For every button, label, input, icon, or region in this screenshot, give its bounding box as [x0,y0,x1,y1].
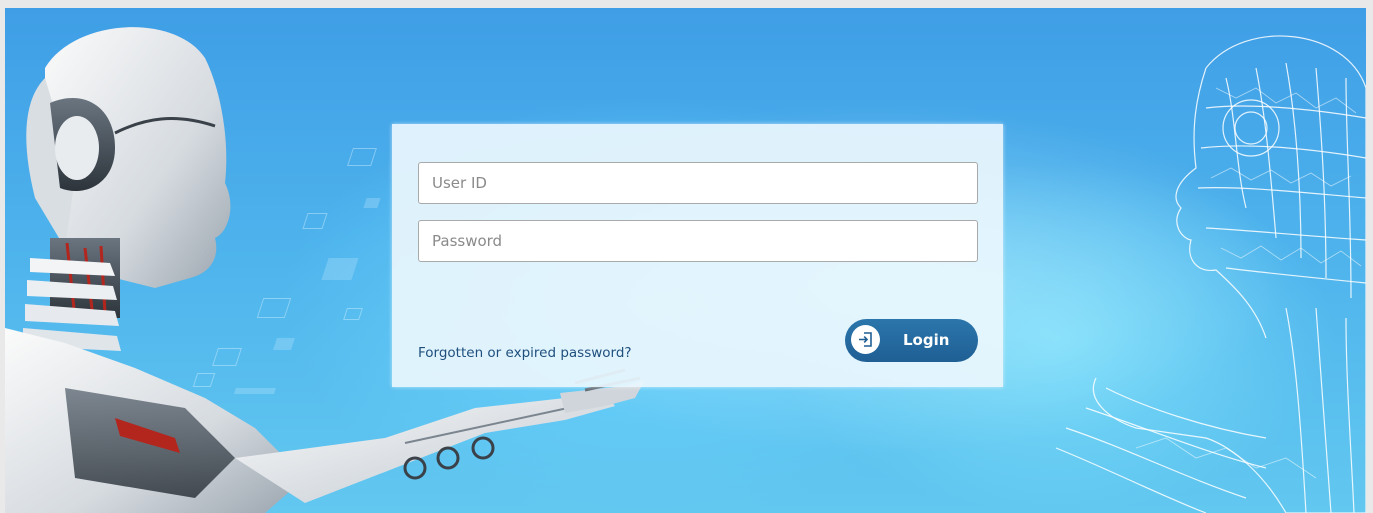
forgot-password-link[interactable]: Forgotten or expired password? [418,345,632,361]
login-button-label: Login [903,331,950,349]
login-button[interactable]: Login [845,319,978,362]
user-id-input[interactable] [418,162,978,204]
login-background: Forgotten or expired password? Login [5,8,1366,513]
sign-in-icon [851,325,880,354]
login-card: Forgotten or expired password? Login [392,124,1003,387]
password-input[interactable] [418,220,978,262]
